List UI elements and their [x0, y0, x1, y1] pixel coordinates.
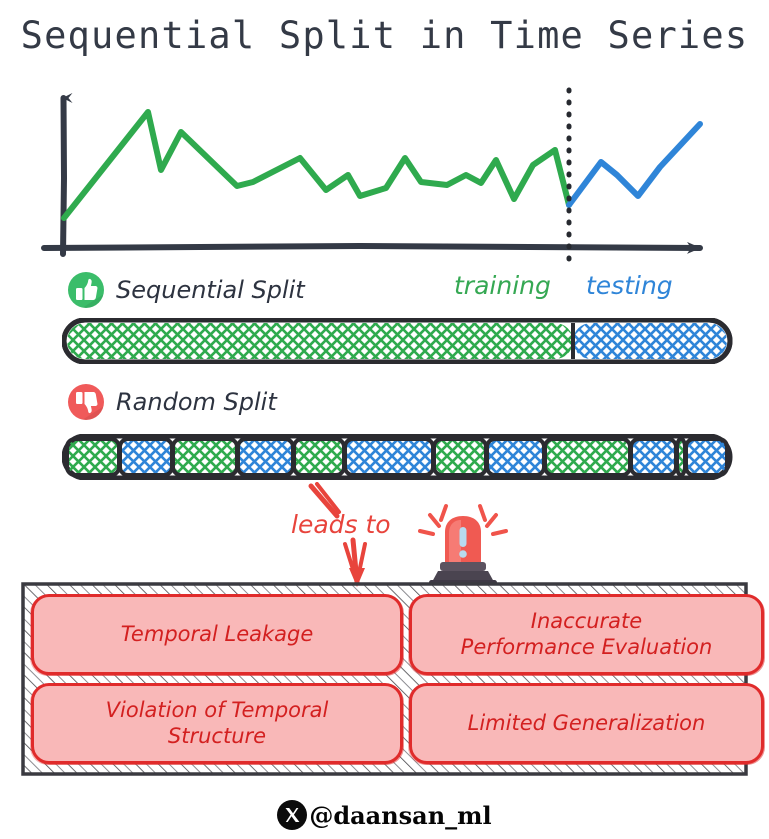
footer-handle: @daansan_ml [0, 800, 769, 830]
bar-segment-training [67, 323, 573, 359]
outcome-card-limited-generalization: Limited Generalization [409, 683, 764, 764]
bar-segment-training [67, 439, 119, 475]
legend-sequential-split: Sequential Split [68, 272, 305, 308]
bar-segment-testing [487, 439, 544, 475]
x-axis [41, 241, 703, 254]
bar-segment-training [294, 439, 344, 475]
y-axis [60, 92, 73, 257]
legend-sequential-label: Sequential Split [116, 276, 305, 304]
bar-segment-testing [120, 439, 172, 475]
x-logo-icon [277, 800, 308, 830]
outcome-card-temporal-leakage: Temporal Leakage [31, 594, 403, 675]
bar-segment-testing [686, 439, 727, 475]
chart-svg [41, 87, 703, 263]
outcome-card-violation-of-temporal-structure: Violation of Temporal Structure [31, 683, 403, 764]
series-training-line [61, 109, 572, 221]
training-label: training [454, 271, 551, 300]
random-split-bar-svg [61, 433, 733, 481]
thumbs-up-icon [68, 272, 104, 308]
outcomes-grid: Temporal Leakage Inaccurate Performance E… [21, 582, 764, 776]
bar-segment-testing [345, 439, 433, 475]
leads-to-label: leads to [291, 510, 391, 539]
bar-segment-training [173, 439, 237, 475]
bar-segment-testing [631, 439, 676, 475]
legend-random-split: Random Split [68, 384, 277, 420]
outcome-card-inaccurate-performance-evaluation: Inaccurate Performance Evaluation [409, 594, 764, 675]
sequential-split-bar [61, 317, 734, 368]
bar-segment-testing [238, 439, 293, 475]
bar-segment-testing [573, 323, 727, 359]
time-series-chart [0, 78, 769, 263]
legend-random-label: Random Split [116, 388, 277, 416]
outcomes-container: Temporal Leakage Inaccurate Performance E… [21, 582, 764, 776]
siren-icon [413, 500, 513, 586]
random-split-bar [61, 433, 734, 484]
testing-label: testing [586, 271, 673, 300]
bar-segment-training [434, 439, 486, 475]
thumbs-down-icon [68, 384, 104, 420]
handle-text: @daansan_ml [309, 800, 492, 830]
sequential-split-bar-svg [61, 317, 733, 365]
bar-segment-training [545, 439, 630, 475]
page-title: Sequential Split in Time Series [20, 14, 749, 57]
series-testing-line [566, 121, 703, 208]
